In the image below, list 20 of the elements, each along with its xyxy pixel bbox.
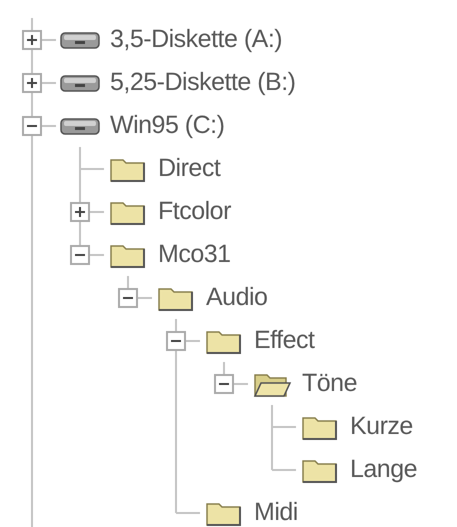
collapse-button[interactable] xyxy=(166,331,186,351)
expand-button[interactable] xyxy=(22,73,42,93)
expand-button[interactable] xyxy=(22,30,42,50)
tree-item[interactable]: Effect xyxy=(254,326,314,355)
tree-item[interactable]: Lange xyxy=(350,455,418,484)
tree-item[interactable]: Ftcolor xyxy=(158,197,231,226)
tree-item[interactable]: Audio xyxy=(206,283,268,312)
collapse-button[interactable] xyxy=(22,116,42,136)
tree-item[interactable]: Midi xyxy=(254,498,298,527)
tree-item[interactable]: Win95 (C:) xyxy=(110,111,224,140)
tree-item[interactable]: 5,25-Diskette (B:) xyxy=(110,68,296,97)
collapse-button[interactable] xyxy=(70,245,90,265)
collapse-button[interactable] xyxy=(214,374,234,394)
tree-item[interactable]: Direct xyxy=(158,154,220,183)
collapse-button[interactable] xyxy=(118,288,138,308)
tree-item[interactable]: 3,5-Diskette (A:) xyxy=(110,25,282,54)
tree-item[interactable]: Mco31 xyxy=(158,240,231,269)
tree-item[interactable]: Kurze xyxy=(350,412,413,441)
expand-button[interactable] xyxy=(70,202,90,222)
tree-item[interactable]: Töne xyxy=(302,369,357,398)
